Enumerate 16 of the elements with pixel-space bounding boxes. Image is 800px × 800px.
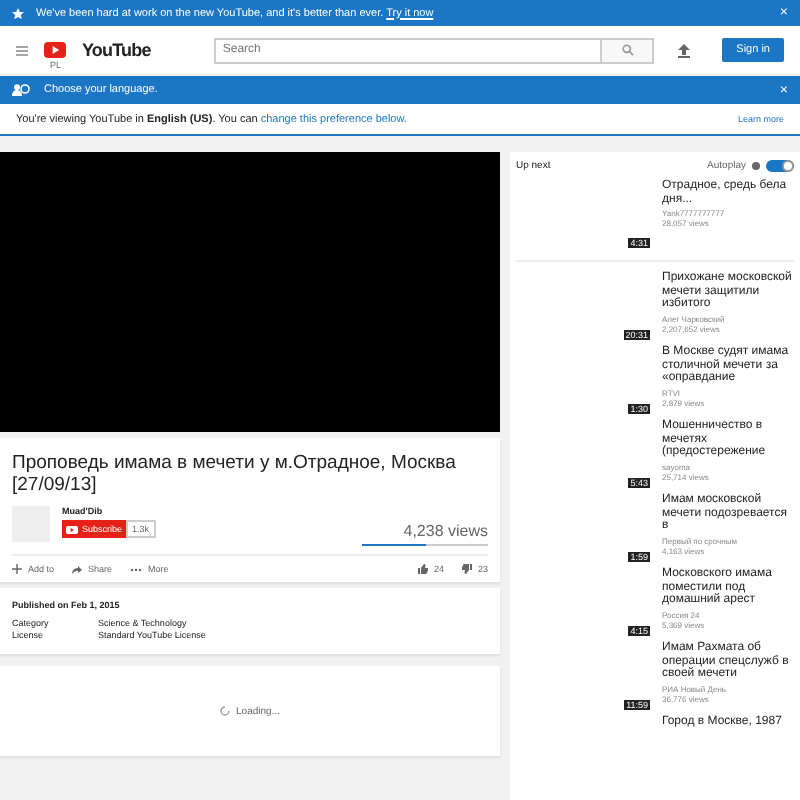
logo-text[interactable]: YouTube: [82, 40, 151, 60]
people-icon: [12, 84, 30, 96]
plus-icon: [12, 564, 22, 574]
autoplay-toggle[interactable]: [766, 160, 794, 172]
spinner-icon: [220, 706, 231, 716]
share-icon: [72, 565, 83, 573]
star-icon: [12, 7, 24, 19]
thumbs-up-icon: [417, 564, 428, 574]
thumbs-down-icon: [461, 564, 472, 574]
play-icon: [66, 525, 78, 533]
play-logo-icon[interactable]: [44, 42, 66, 58]
upload-icon[interactable]: [678, 43, 691, 57]
menu-icon[interactable]: [16, 45, 28, 55]
video-title: Проповедь имама в мечети у м.Отрадное, Москва [27/09/13]: [12, 452, 458, 496]
search-icon[interactable]: [621, 44, 634, 56]
view-count: 4,238 views: [403, 522, 488, 540]
